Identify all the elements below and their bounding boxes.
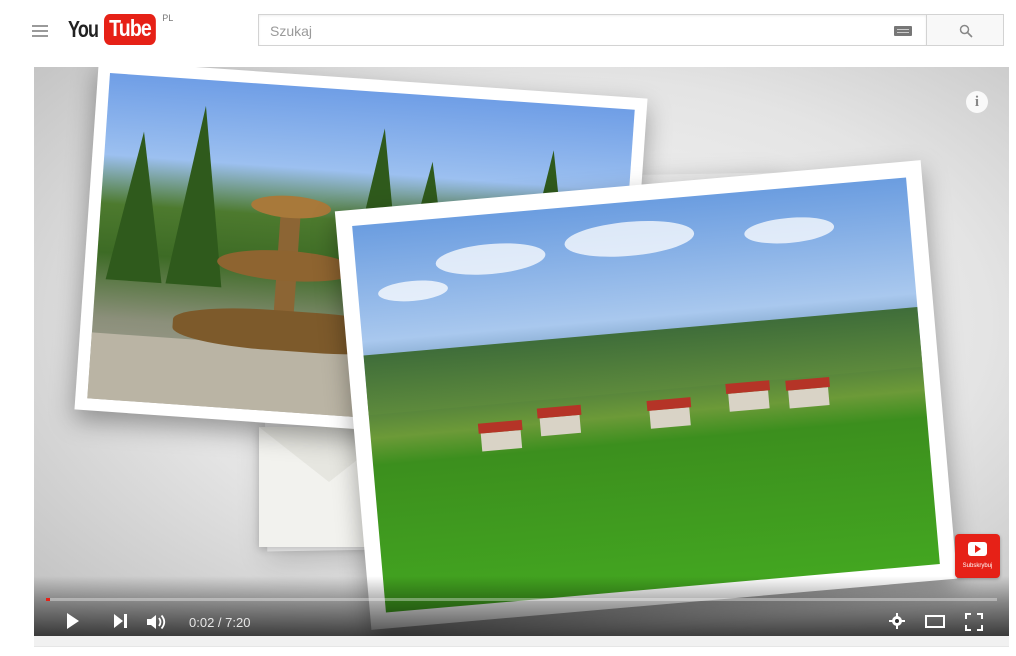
play-icon[interactable] [67, 613, 79, 629]
logo-text-you: You [68, 15, 99, 42]
menu-icon[interactable] [32, 25, 48, 37]
time-display: 0:02 / 7:20 [189, 615, 251, 630]
video-player[interactable]: i Subskrybuj 0:02 / 7:20 [34, 67, 1009, 636]
subscribe-icon [968, 542, 987, 556]
next-icon[interactable] [114, 614, 128, 628]
settings-icon[interactable] [889, 613, 905, 629]
info-icon[interactable]: i [966, 91, 988, 113]
subscribe-button[interactable]: Subskrybuj [955, 534, 1000, 578]
player-controls: 0:02 / 7:20 [34, 576, 1009, 636]
logo-country-code: PL [162, 13, 174, 23]
search-input[interactable] [268, 15, 872, 47]
theater-mode-icon[interactable] [925, 615, 945, 628]
progress-bar[interactable] [46, 598, 997, 601]
progress-fill [46, 598, 51, 601]
volume-icon[interactable] [147, 614, 169, 630]
keyboard-icon[interactable] [894, 26, 912, 36]
logo-text-tube: Tube [104, 13, 157, 45]
below-player-area [34, 636, 1009, 656]
countryside-photo [334, 160, 958, 630]
masthead: You Tube PL [0, 0, 1016, 62]
fullscreen-icon[interactable] [965, 613, 983, 631]
subscribe-label: Subskrybuj [962, 563, 993, 569]
youtube-logo[interactable]: You Tube PL [68, 12, 173, 46]
search-box [258, 14, 926, 47]
search-icon [959, 24, 973, 38]
search-button[interactable] [926, 14, 1004, 46]
